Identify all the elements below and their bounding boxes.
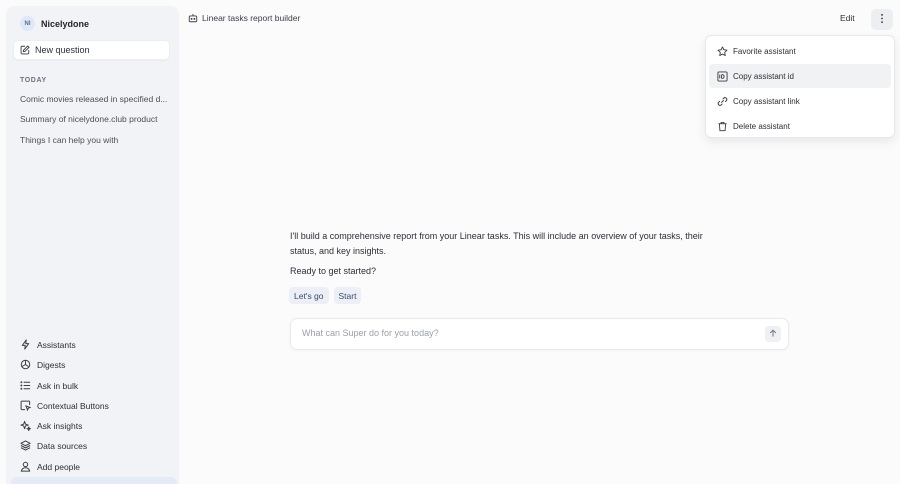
arrow-up-icon (769, 329, 777, 339)
sidebar-item-add-people[interactable]: Add people (20, 461, 80, 472)
menu-item-label: Copy assistant link (733, 96, 800, 106)
compose-icon (20, 45, 30, 55)
edit-button[interactable]: Edit (840, 13, 855, 23)
star-icon (717, 45, 728, 57)
sidebar-item-ask-insights[interactable]: Ask insights (20, 420, 82, 431)
sidebar-item-label: Contextual Buttons (37, 400, 109, 411)
sidebar-item-assistants[interactable]: Assistants (20, 339, 76, 350)
sidebar-item-label: Ask insights (37, 420, 83, 431)
menu-item-label: Copy assistant id (733, 71, 794, 81)
layers-icon (20, 440, 31, 451)
menu-item-favorite-assistant[interactable]: Favorite assistant (709, 39, 891, 63)
sidebar-item-label: Digests (37, 359, 66, 370)
menu-item-copy-assistant-link[interactable]: Copy assistant link (709, 89, 891, 113)
history-item[interactable]: Comic movies released in specified d... (20, 94, 172, 104)
assistant-prompt: Ready to get started? (290, 266, 377, 276)
digest-icon (20, 359, 31, 370)
section-today-label: TODAY (20, 77, 47, 84)
workspace-name: Nicelydone (41, 18, 90, 29)
history-item[interactable]: Summary of nicelydone.club product (20, 114, 172, 124)
sidebar-item-contextual-buttons[interactable]: Contextual Buttons (20, 400, 109, 411)
menu-item-label: Favorite assistant (733, 46, 796, 56)
menu-item-label: Delete assistant (733, 121, 790, 131)
assistant-options-menu: Favorite assistant Copy assistant id Cop… (705, 35, 895, 138)
menu-item-copy-assistant-id[interactable]: Copy assistant id (709, 64, 891, 88)
breadcrumb: Linear tasks report builder (188, 13, 300, 23)
sidebar-item-label: Assistants (37, 339, 76, 350)
list-icon (20, 380, 31, 391)
new-question-button[interactable]: New question (13, 40, 170, 60)
sidebar-item-label: Add people (37, 461, 81, 472)
sidebar-item-label: Data sources (37, 440, 88, 451)
trash-icon (717, 121, 728, 132)
sparkle-icon (20, 420, 31, 431)
more-vertical-icon (880, 13, 884, 26)
sidebar-item-ask-in-bulk[interactable]: Ask in bulk (20, 380, 78, 391)
sidebar: NI Nicelydone New question TODAY Comic m… (6, 6, 179, 484)
sidebar-footer-item[interactable] (11, 477, 177, 484)
menu-item-delete-assistant[interactable]: Delete assistant (709, 114, 891, 138)
assistant-icon (188, 13, 198, 23)
history-item[interactable]: Things I can help you with (20, 135, 172, 145)
cursor-box-icon (20, 400, 31, 411)
lets-go-button[interactable]: Let's go (289, 287, 329, 304)
link-icon (717, 96, 728, 107)
start-button[interactable]: Start (333, 287, 362, 304)
more-options-button[interactable] (871, 9, 893, 30)
sidebar-item-label: Ask in bulk (37, 380, 79, 391)
sidebar-item-data-sources[interactable]: Data sources (20, 440, 87, 451)
assistant-message: I'll build a comprehensive report from y… (290, 231, 703, 256)
sidebar-item-digests[interactable]: Digests (20, 359, 65, 370)
composer (290, 318, 789, 350)
new-question-label: New question (35, 45, 90, 55)
message-input[interactable] (302, 328, 742, 338)
page-title: Linear tasks report builder (202, 13, 301, 23)
lightning-icon (20, 339, 31, 350)
id-card-icon (717, 70, 728, 82)
workspace-switcher[interactable]: NI Nicelydone (20, 16, 89, 31)
suggestion-chips: Let's go Start (289, 287, 362, 304)
user-icon (20, 461, 31, 472)
send-button[interactable] (765, 326, 781, 342)
workspace-avatar: NI (20, 16, 35, 31)
